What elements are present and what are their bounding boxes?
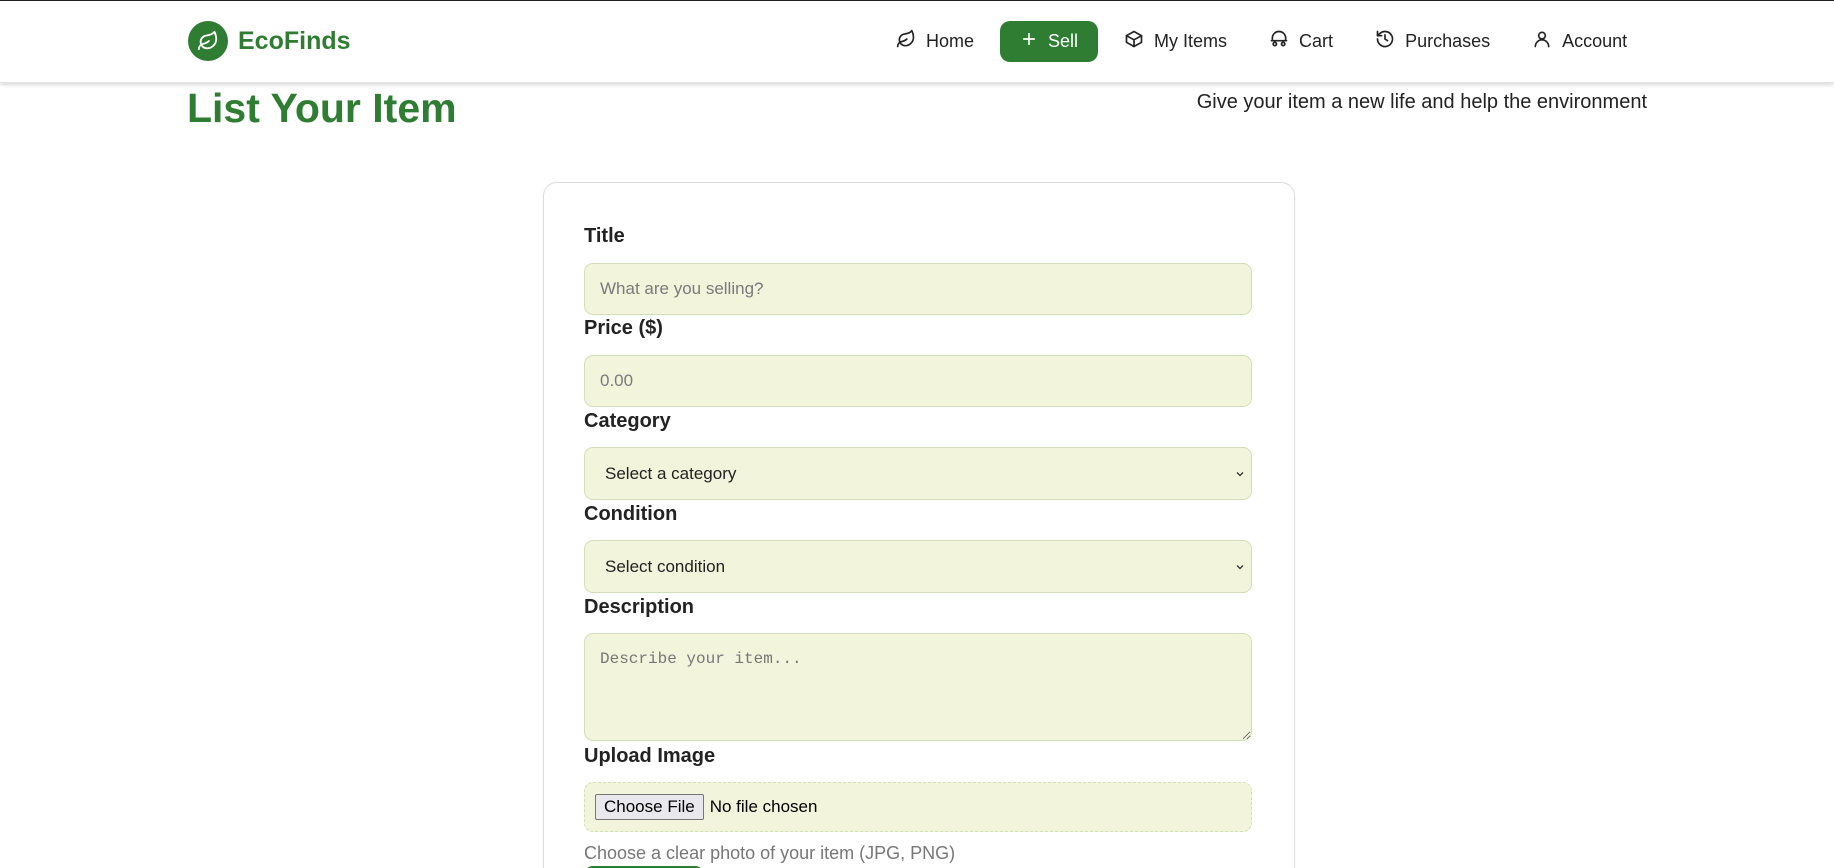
image-file-input[interactable]: Choose File No file chosen [584,782,1252,832]
user-icon [1532,29,1552,54]
description-textarea[interactable] [584,633,1252,741]
navbar: EcoFinds Home Sell My Items Cart Purchas… [0,1,1834,83]
price-label: Price ($) [584,317,663,339]
condition-selected-value: Select condition [605,556,726,576]
nav-home-label: Home [926,31,975,51]
category-select[interactable]: Select a category [584,447,1252,500]
category-label: Category [584,410,671,432]
nav-account[interactable]: Account [1516,21,1643,62]
title-label: Title [584,225,625,247]
box-icon [1124,29,1144,54]
upload-image-label: Upload Image [584,745,716,767]
nav-sell-label: Sell [1048,31,1079,51]
upload-hint: Choose a clear photo of your item (JPG, … [584,843,956,863]
nav-sell[interactable]: Sell [1000,21,1099,62]
choose-file-button[interactable]: Choose File [595,794,704,820]
leaf-logo-icon [188,21,228,61]
brand-name: EcoFinds [238,26,351,55]
list-item-form: Title Price ($) Category Select a catego… [543,182,1295,868]
nav-cart[interactable]: Cart [1253,21,1349,62]
nav-account-label: Account [1562,31,1628,51]
condition-select[interactable]: Select condition [584,540,1252,593]
title-input[interactable] [584,263,1252,315]
category-selected-value: Select a category [605,463,737,483]
cart-icon [1269,29,1289,54]
page-title: List Your Item [187,85,457,131]
app-window: EcoFinds Home Sell My Items Cart Purchas… [0,0,1834,868]
nav-my-items-label: My Items [1154,31,1228,51]
main-nav: Home Sell My Items Cart Purchases Accoun… [880,21,1653,62]
nav-purchases[interactable]: Purchases [1359,21,1506,62]
brand-link[interactable]: EcoFinds [188,21,351,61]
plus-icon [1020,30,1038,53]
nav-home[interactable]: Home [880,21,990,62]
nav-purchases-label: Purchases [1405,31,1491,51]
leaf-icon [896,29,916,54]
nav-my-items[interactable]: My Items [1108,21,1243,62]
chevron-down-icon [1235,557,1245,577]
description-label: Description [584,596,695,618]
chevron-down-icon [1235,464,1245,484]
history-icon [1375,29,1395,54]
page-subtitle: Give your item a new life and help the e… [1196,91,1647,113]
nav-cart-label: Cart [1299,31,1334,51]
condition-label: Condition [584,503,678,525]
price-input[interactable] [584,355,1252,407]
file-status-text: No file chosen [709,797,818,816]
